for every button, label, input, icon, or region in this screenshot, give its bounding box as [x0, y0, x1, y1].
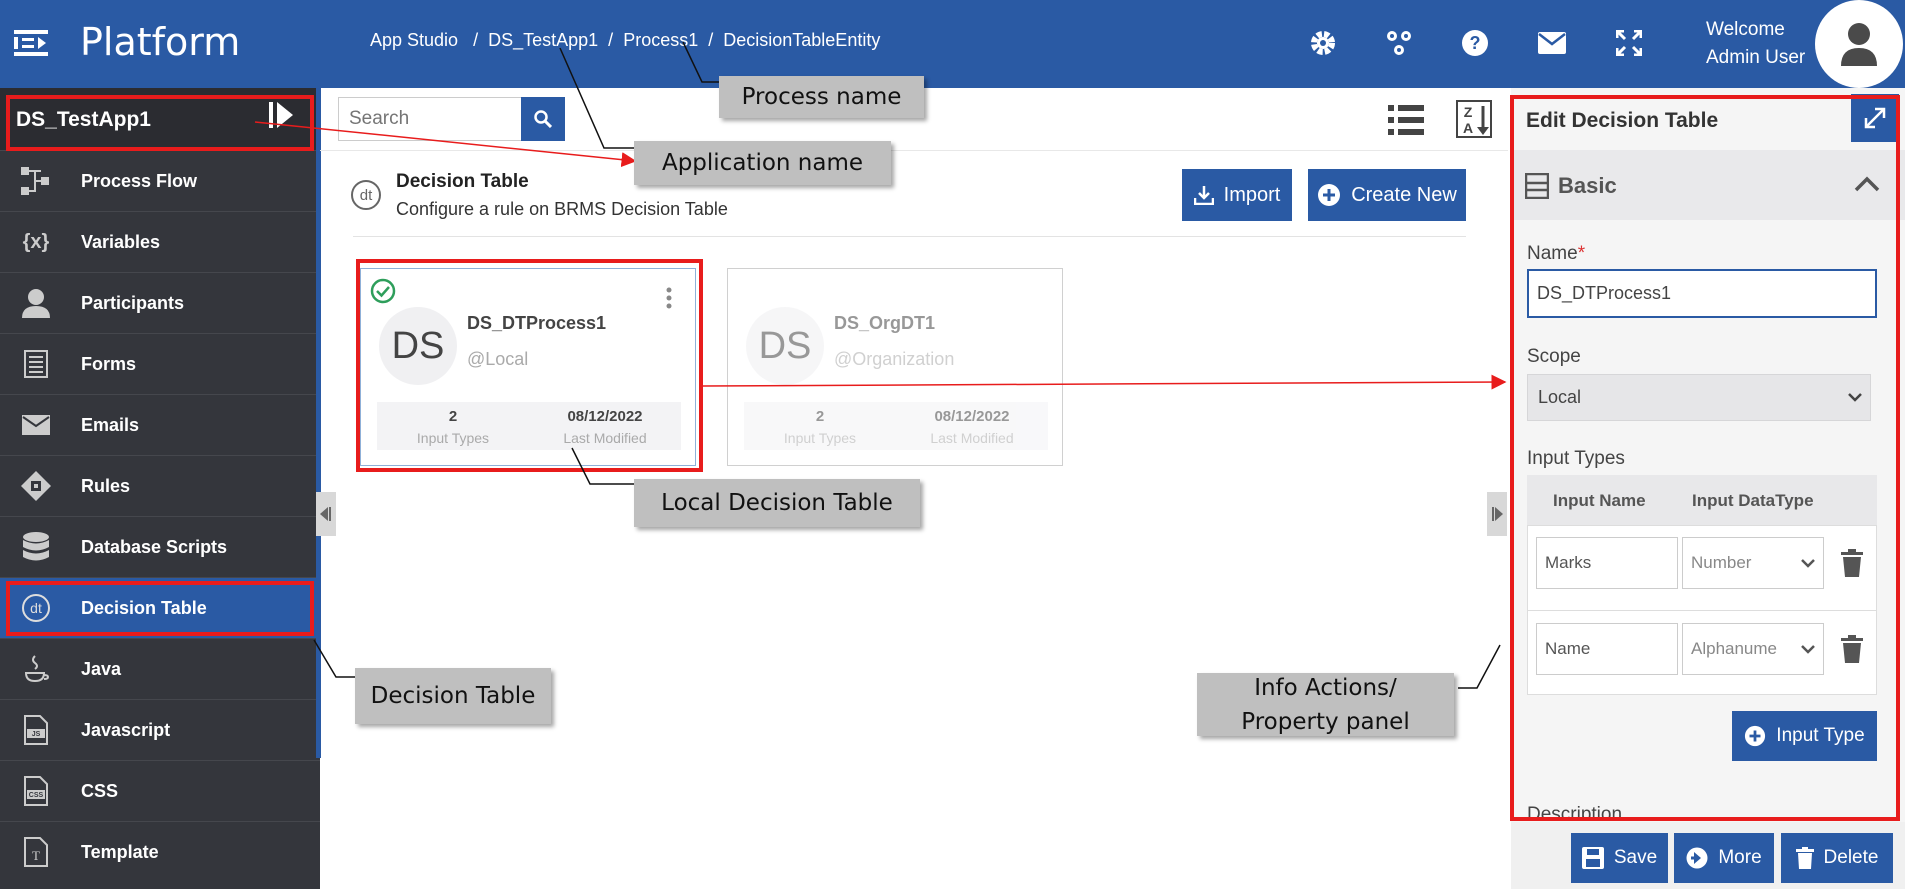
callout-local-decision-table: Local Decision Table — [634, 479, 920, 527]
annotation-lines — [254, 41, 1507, 689]
callout-property-panel: Info Actions/ Property panel — [1197, 673, 1454, 736]
callout-decision-table: Decision Table — [355, 668, 551, 724]
callout-process-name: Process name — [719, 76, 924, 118]
callout-line: Property panel — [1241, 708, 1410, 735]
callout-application-name: Application name — [634, 141, 891, 185]
callout-line: Info Actions/ — [1254, 674, 1397, 701]
